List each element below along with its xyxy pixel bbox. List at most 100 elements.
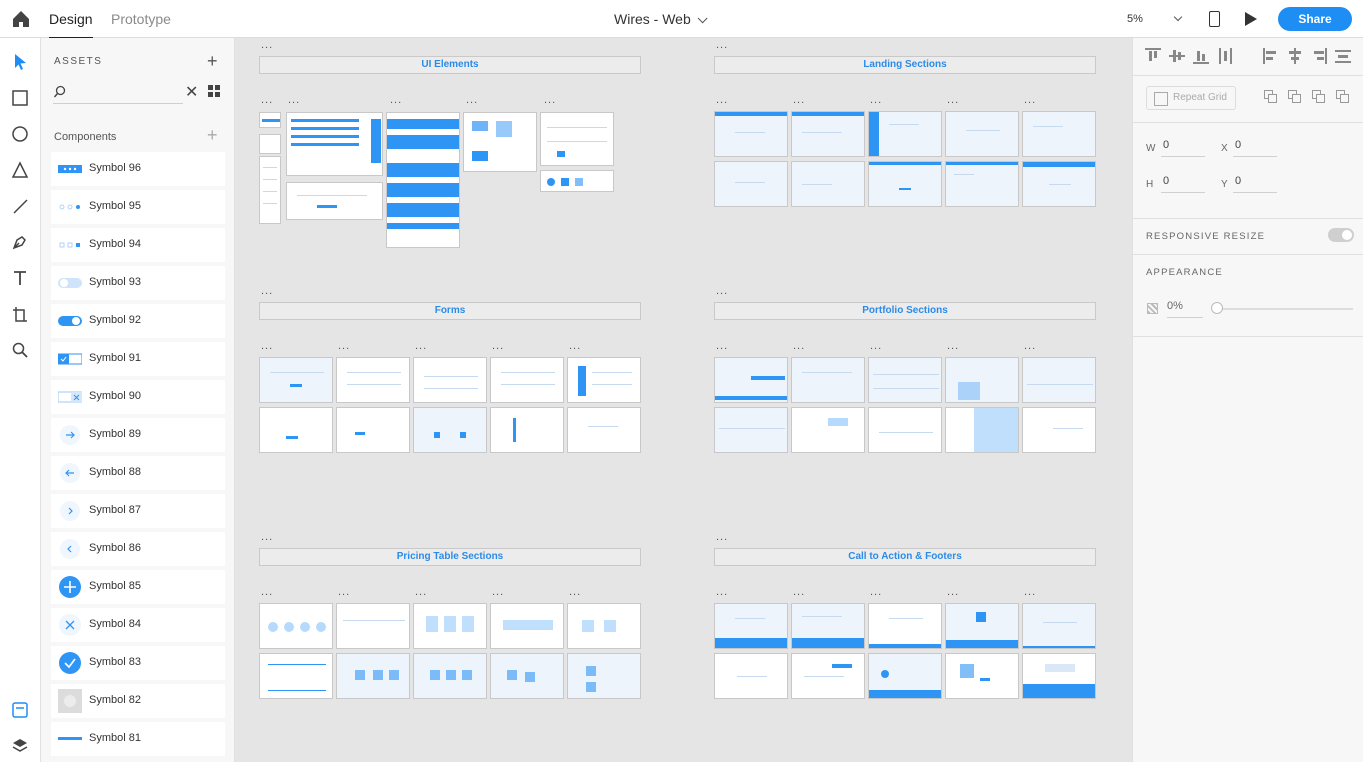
polygon-tool-icon[interactable] [10,160,30,180]
align-right-icon[interactable] [1311,48,1327,64]
symbol-item[interactable]: Symbol 92 [51,304,225,338]
section-pricing-table-sections[interactable]: Pricing Table Sections [259,548,641,566]
artboard[interactable] [945,407,1019,453]
opacity-slider[interactable] [1213,308,1353,310]
assets-panel-icon[interactable] [10,700,30,720]
boolean-add-icon[interactable] [1264,90,1279,105]
artboard[interactable] [1022,161,1096,207]
artboard[interactable] [490,603,564,649]
opacity-slider-handle[interactable] [1211,302,1223,314]
artboard-menu-dots[interactable]: ... [390,95,402,106]
artboard-menu-dots[interactable]: ... [793,341,805,352]
line-tool-icon[interactable] [10,196,30,216]
artboard-menu-dots[interactable]: ... [870,341,882,352]
artboard[interactable] [567,603,641,649]
artboard[interactable] [540,170,614,192]
symbol-item[interactable]: Symbol 86 [51,532,225,566]
symbol-item[interactable]: Symbol 82 [51,684,225,718]
artboard-menu-dots[interactable]: ... [261,341,273,352]
distribute-vertical-icon[interactable] [1335,48,1351,64]
section-landing-sections[interactable]: Landing Sections [714,56,1096,74]
zoom-select[interactable]: 5% [1127,9,1189,29]
symbol-item[interactable]: Symbol 88 [51,456,225,490]
align-left-icon[interactable] [1263,48,1279,64]
artboard[interactable] [791,407,865,453]
artboard[interactable] [463,112,537,172]
artboard[interactable] [791,357,865,403]
artboard[interactable] [714,603,788,649]
artboard[interactable] [540,112,614,166]
artboard[interactable] [945,603,1019,649]
symbol-item[interactable]: Symbol 95 [51,190,225,224]
artboard-menu-dots[interactable]: ... [793,587,805,598]
artboard-menu-dots[interactable]: ... [716,587,728,598]
select-tool-icon[interactable] [10,52,30,72]
symbol-item[interactable]: Symbol 89 [51,418,225,452]
artboard-menu-dots[interactable]: ... [716,532,728,543]
artboard[interactable] [413,407,487,453]
artboard[interactable] [259,653,333,699]
x-field[interactable]: 0 [1233,139,1277,157]
layers-panel-icon[interactable] [10,736,30,756]
home-icon[interactable] [10,8,32,30]
artboard-menu-dots[interactable]: ... [261,532,273,543]
artboard[interactable] [714,357,788,403]
boolean-subtract-icon[interactable] [1288,90,1303,105]
symbol-item[interactable]: Symbol 93 [51,266,225,300]
opacity-field[interactable]: 0% [1167,300,1203,318]
align-top-icon[interactable] [1145,48,1161,64]
artboard[interactable] [868,653,942,699]
height-field[interactable]: 0 [1161,175,1205,193]
artboard-menu-dots[interactable]: ... [261,95,273,106]
artboard-menu-dots[interactable]: ... [261,587,273,598]
document-title[interactable]: Wires - Web [614,11,708,27]
section-call-to-action-footers[interactable]: Call to Action & Footers [714,548,1096,566]
artboard[interactable] [567,357,641,403]
text-tool-icon[interactable] [10,268,30,288]
add-asset-button[interactable]: + [207,52,218,70]
artboard[interactable] [714,653,788,699]
distribute-horizontal-icon[interactable] [1217,48,1233,64]
artboard[interactable] [945,357,1019,403]
artboard[interactable] [791,653,865,699]
symbol-item[interactable]: Symbol 84 [51,608,225,642]
rectangle-tool-icon[interactable] [10,88,30,108]
artboard[interactable] [259,407,333,453]
canvas[interactable]: ... UI Elements ... Landing Sections ...… [235,38,1132,762]
artboard[interactable] [1022,357,1096,403]
artboard[interactable] [1022,111,1096,157]
artboard-menu-dots[interactable]: ... [492,341,504,352]
tab-design[interactable]: Design [49,11,93,39]
artboard-menu-dots[interactable]: ... [415,587,427,598]
artboard[interactable] [714,161,788,207]
artboard-menu-dots[interactable]: ... [569,587,581,598]
artboard-menu-dots[interactable]: ... [338,341,350,352]
artboard-menu-dots[interactable]: ... [716,40,728,51]
artboard[interactable] [336,603,410,649]
artboard-menu-dots[interactable]: ... [261,40,273,51]
artboard-menu-dots[interactable]: ... [415,341,427,352]
artboard-menu-dots[interactable]: ... [288,95,300,106]
artboard-menu-dots[interactable]: ... [947,341,959,352]
artboard-menu-dots[interactable]: ... [1024,587,1036,598]
repeat-grid-button[interactable]: Repeat Grid [1146,86,1236,110]
symbol-item[interactable]: Symbol 91 [51,342,225,376]
artboard[interactable] [336,357,410,403]
artboard[interactable] [259,156,281,224]
device-preview-icon[interactable] [1209,11,1220,27]
artboard[interactable] [868,161,942,207]
artboard[interactable] [567,653,641,699]
artboard-menu-dots[interactable]: ... [793,95,805,106]
symbol-item[interactable]: Symbol 96 [51,152,225,186]
artboard[interactable] [259,112,281,128]
artboard[interactable] [413,603,487,649]
artboard[interactable] [945,653,1019,699]
artboard[interactable] [1022,603,1096,649]
artboard-menu-dots[interactable]: ... [338,587,350,598]
artboard[interactable] [567,407,641,453]
artboard-menu-dots[interactable]: ... [1024,341,1036,352]
artboard[interactable] [714,111,788,157]
play-icon[interactable] [1245,12,1257,26]
artboard[interactable] [868,603,942,649]
artboard-menu-dots[interactable]: ... [261,286,273,297]
